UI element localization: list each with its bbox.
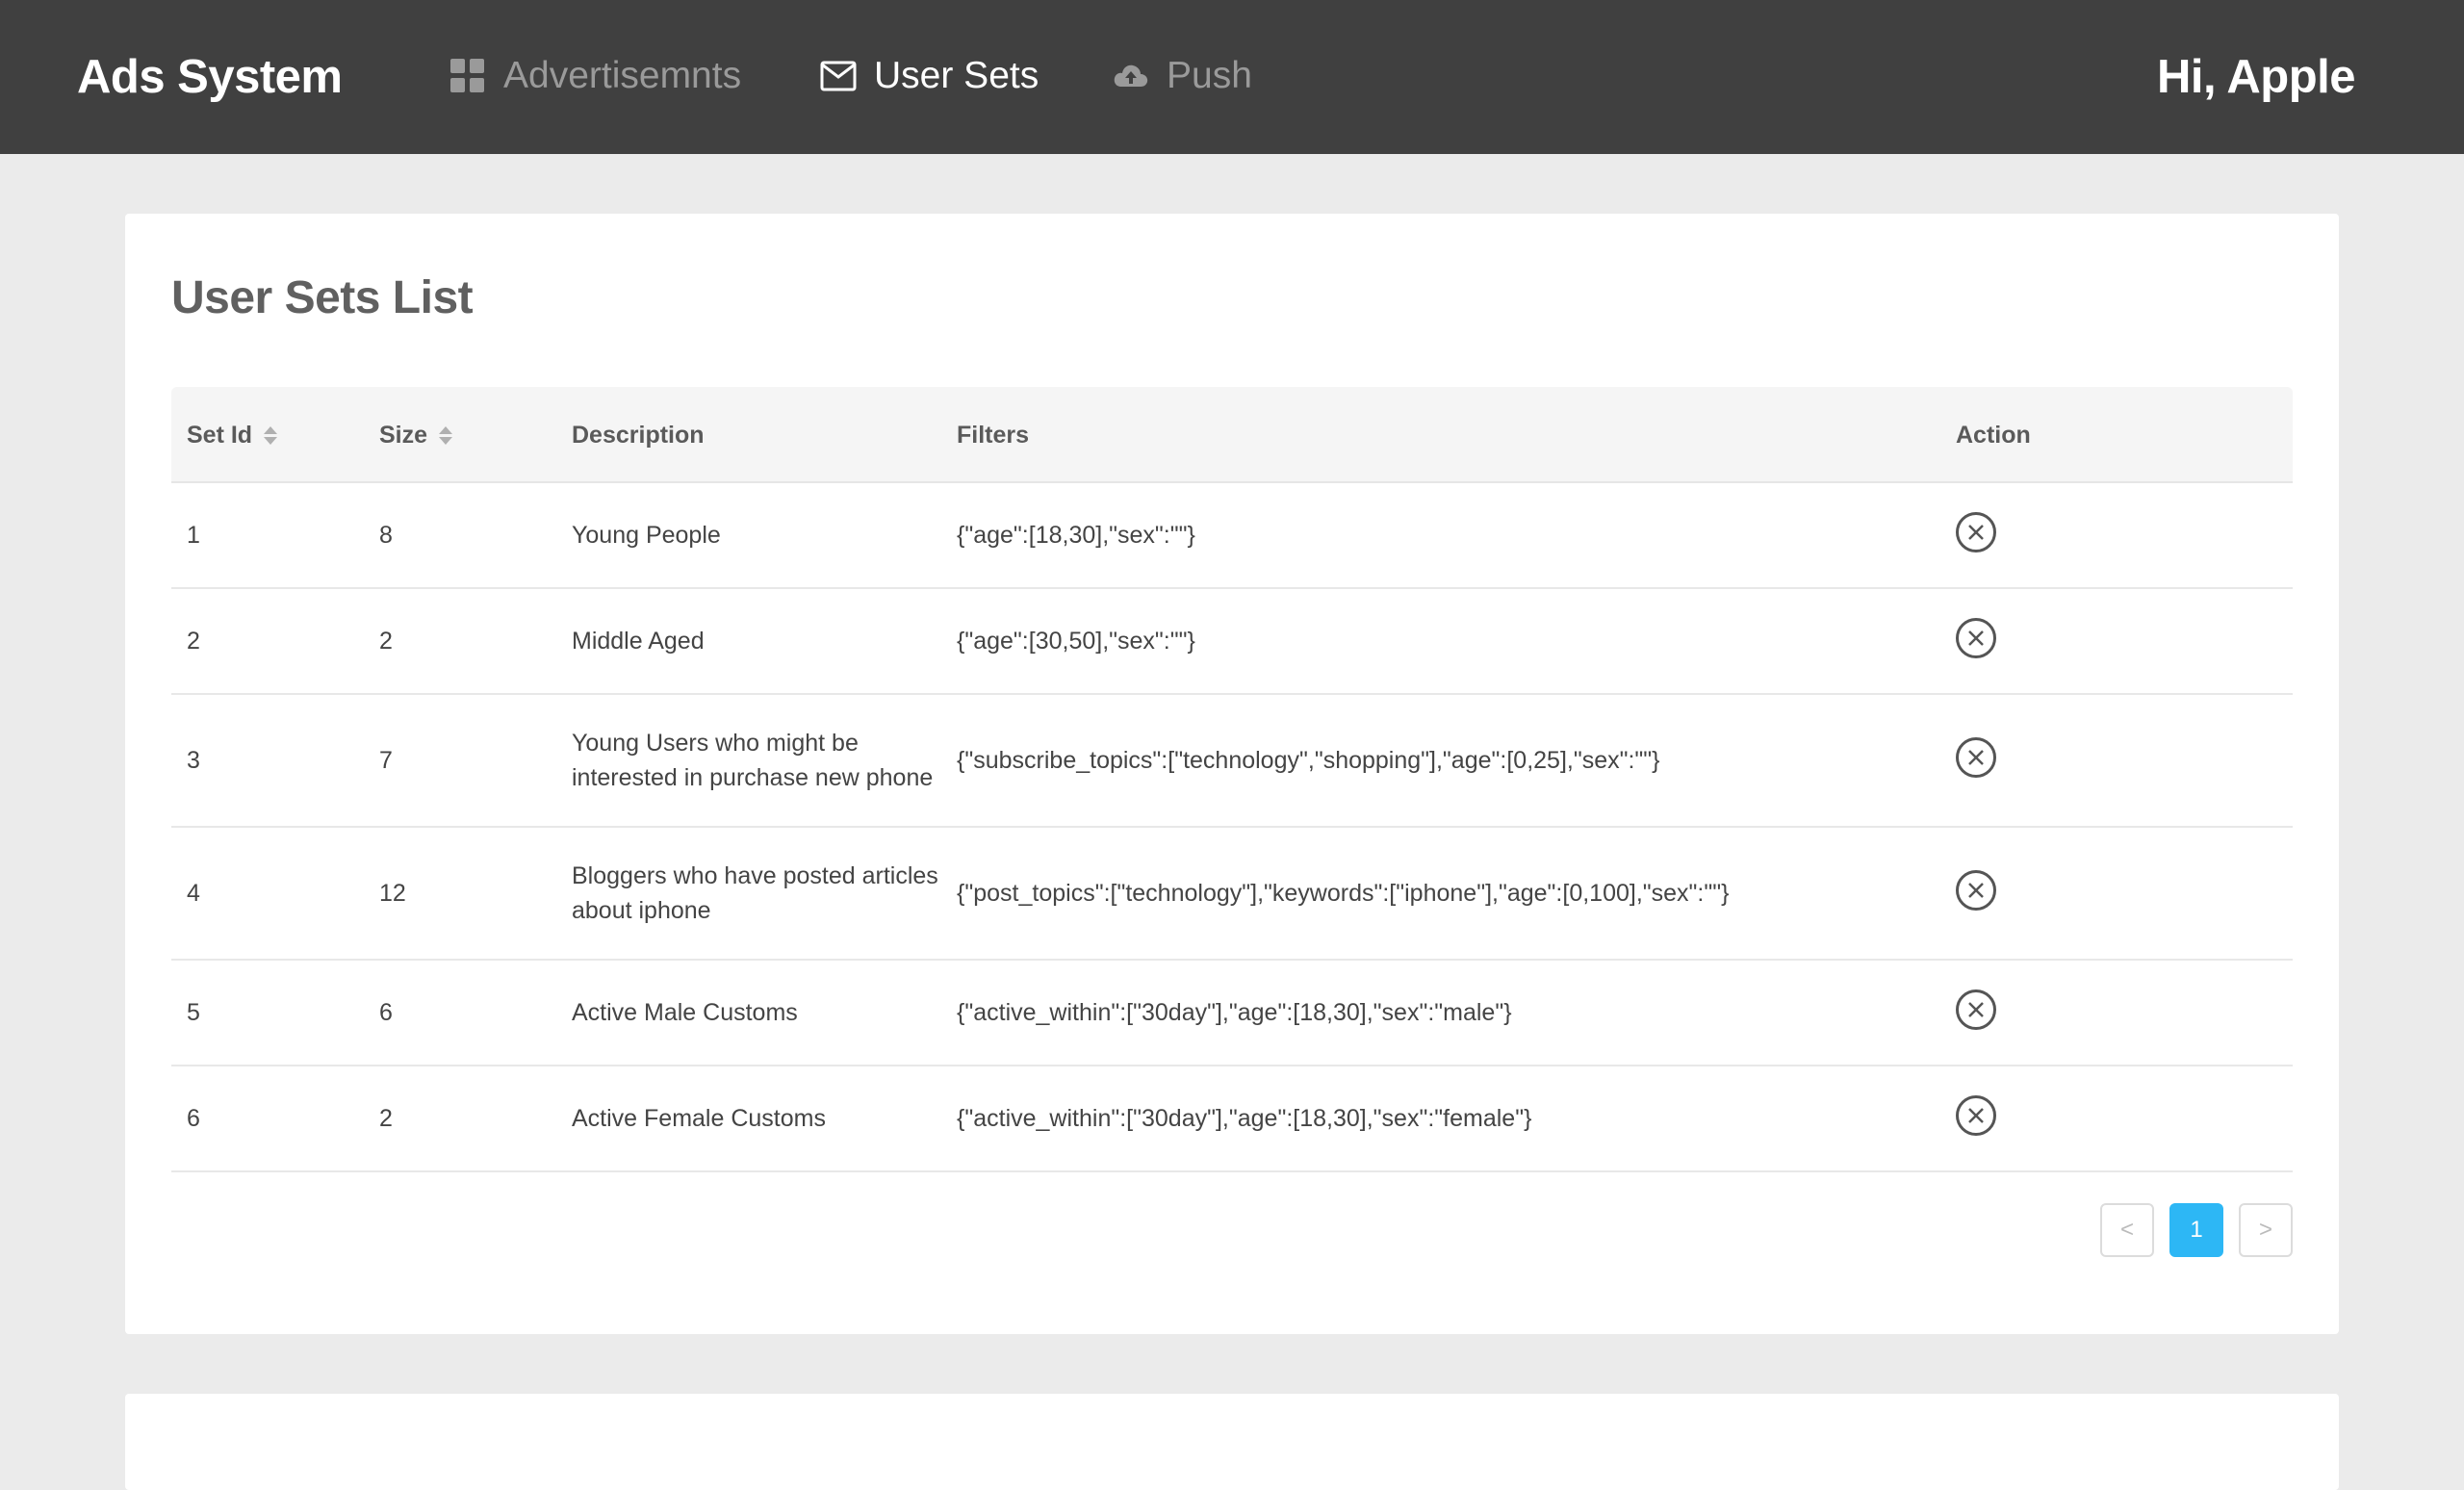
cell-description: Active Male Customs (572, 999, 798, 1026)
cell-action (1956, 1066, 1996, 1170)
cell-filters: {"subscribe_topics":["technology","shopp… (957, 746, 1660, 774)
sort-icon[interactable] (439, 425, 453, 445)
column-size[interactable]: Size (379, 387, 453, 483)
dashboard-grid-icon (449, 58, 486, 94)
next-page-button[interactable]: > (2239, 1203, 2293, 1257)
nav-user-sets-label: User Sets (874, 55, 1040, 96)
column-set-id[interactable]: Set Id (187, 387, 278, 483)
delete-icon[interactable] (1956, 512, 1996, 552)
cell-filters: {"age":[18,30],"sex":""} (957, 521, 1195, 549)
sort-icon[interactable] (264, 425, 278, 445)
cell-size: 7 (379, 746, 393, 774)
nav-push-label: Push (1167, 55, 1252, 96)
cell-action (1956, 961, 1996, 1065)
delete-icon[interactable] (1956, 870, 1996, 911)
cell-set-id: 6 (187, 1104, 200, 1132)
delete-icon[interactable] (1956, 989, 1996, 1030)
cell-set-id: 5 (187, 998, 200, 1026)
column-filters: Filters (957, 421, 1030, 449)
pagination: < 1 > (2100, 1203, 2293, 1257)
brand-logo[interactable]: Ads System (77, 50, 343, 104)
table-row: 2 2 Middle Aged {"age":[30,50],"sex":""} (171, 589, 2293, 695)
mail-icon (820, 58, 857, 94)
cell-size: 2 (379, 1104, 393, 1132)
cell-set-id: 2 (187, 627, 200, 655)
cell-description: Active Female Customs (572, 1105, 826, 1132)
secondary-card (125, 1394, 2339, 1490)
table-row: 3 7 Young Users who might be interested … (171, 695, 2293, 828)
delete-icon[interactable] (1956, 737, 1996, 778)
cell-action (1956, 589, 1996, 693)
cell-size: 8 (379, 521, 393, 549)
top-navbar: Ads System Advertisemnts User Sets Push … (0, 0, 2464, 154)
cell-description: Middle Aged (572, 628, 705, 655)
delete-icon[interactable] (1956, 618, 1996, 658)
table-row: 5 6 Active Male Customs {"active_within"… (171, 961, 2293, 1066)
page-title: User Sets List (171, 272, 474, 323)
cell-size: 6 (379, 998, 393, 1026)
table-row: 4 12 Bloggers who have posted articles a… (171, 828, 2293, 961)
cell-description: Bloggers who have posted articles about … (572, 862, 938, 924)
cell-size: 12 (379, 879, 406, 907)
table-row: 6 2 Active Female Customs {"active_withi… (171, 1066, 2293, 1172)
prev-page-button[interactable]: < (2100, 1203, 2154, 1257)
cell-action (1956, 695, 1996, 826)
nav-user-sets[interactable]: User Sets (820, 52, 1039, 100)
nav-advertisements-label: Advertisemnts (503, 55, 742, 96)
table-header: Set Id Size Description Filters Action (171, 387, 2293, 483)
cell-action (1956, 828, 1996, 959)
cell-size: 2 (379, 627, 393, 655)
cell-set-id: 3 (187, 746, 200, 774)
user-sets-card: User Sets List Set Id Size Description F… (125, 214, 2339, 1334)
cell-filters: {"age":[30,50],"sex":""} (957, 627, 1195, 655)
cell-set-id: 1 (187, 521, 200, 549)
page-1-button[interactable]: 1 (2169, 1203, 2223, 1257)
cell-description: Young Users who might be interested in p… (572, 730, 934, 791)
cell-filters: {"active_within":["30day"],"age":[18,30]… (957, 998, 1512, 1026)
cell-description: Young People (572, 522, 721, 549)
column-action: Action (1956, 421, 2031, 449)
nav-push[interactable]: Push (1113, 52, 1252, 100)
table-row: 1 8 Young People {"age":[18,30],"sex":""… (171, 483, 2293, 589)
user-sets-table: Set Id Size Description Filters Action 1… (171, 387, 2293, 1172)
user-greeting[interactable]: Hi, Apple (2157, 50, 2356, 104)
column-size-label: Size (379, 421, 428, 449)
cell-filters: {"active_within":["30day"],"age":[18,30]… (957, 1104, 1532, 1132)
cell-set-id: 4 (187, 879, 200, 907)
column-description: Description (572, 421, 705, 449)
cell-action (1956, 483, 1996, 587)
column-set-id-label: Set Id (187, 421, 253, 449)
cloud-upload-icon (1113, 58, 1149, 94)
cell-filters: {"post_topics":["technology"],"keywords"… (957, 879, 1730, 907)
delete-icon[interactable] (1956, 1095, 1996, 1136)
nav-advertisements[interactable]: Advertisemnts (449, 52, 741, 100)
